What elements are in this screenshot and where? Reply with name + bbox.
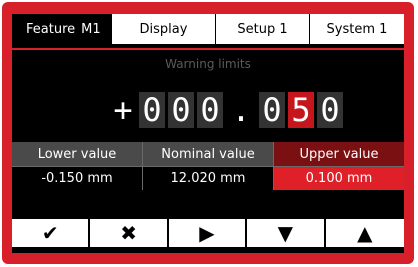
digit-6[interactable]: 0 [317, 91, 343, 129]
tab-feature[interactable]: Feature M1 [12, 14, 112, 44]
lower-value-cell[interactable]: -0.150 mm [12, 166, 143, 190]
decrement-button[interactable]: ▼ [247, 219, 326, 247]
triangle-down-icon: ▼ [277, 221, 294, 245]
tab-feature-id: M1 [81, 21, 101, 37]
nominal-value-cell[interactable]: 12.020 mm [143, 166, 274, 190]
tab-feature-label: Feature [26, 21, 76, 37]
digit-5-selected[interactable]: 5 [288, 91, 314, 129]
close-icon: ✖ [120, 221, 137, 245]
increment-button[interactable]: ▲ [325, 219, 404, 247]
softkey-bar: ✔ ✖ ▶ ▼ ▲ [12, 219, 404, 247]
header-lower-value: Lower value [12, 142, 143, 166]
limits-value-row: -0.150 mm 12.020 mm 0.100 mm [12, 166, 404, 190]
tab-setup[interactable]: Setup 1 [216, 14, 310, 44]
sign-digit[interactable]: + [110, 91, 136, 129]
limits-header-row: Lower value Nominal value Upper value [12, 142, 404, 166]
digit-4[interactable]: 0 [259, 91, 285, 129]
digit-3[interactable]: 0 [197, 91, 223, 129]
confirm-button[interactable]: ✔ [12, 219, 91, 247]
decimal-point: . [231, 91, 251, 129]
digit-entry-display: + 0 0 0 . 0 5 0 [110, 90, 346, 130]
header-upper-value: Upper value [274, 142, 404, 166]
screen-subtitle: Warning limits [165, 57, 251, 71]
screen: Feature M1 Display Setup 1 System 1 Warn… [12, 14, 404, 253]
digit-2[interactable]: 0 [168, 91, 194, 129]
upper-value-cell[interactable]: 0.100 mm [274, 166, 404, 190]
digit-1[interactable]: 0 [139, 91, 165, 129]
limits-table: Lower value Nominal value Upper value -0… [12, 142, 404, 190]
triangle-up-icon: ▲ [357, 221, 373, 245]
tab-display[interactable]: Display [112, 14, 216, 44]
cancel-button[interactable]: ✖ [90, 219, 169, 247]
tab-system[interactable]: System 1 [310, 14, 404, 44]
accent-divider [12, 48, 404, 50]
check-icon: ✔ [41, 221, 59, 245]
next-button[interactable]: ▶ [168, 219, 248, 247]
play-right-icon: ▶ [199, 221, 215, 245]
tab-bar: Feature M1 Display Setup 1 System 1 [12, 14, 404, 44]
header-nominal-value: Nominal value [143, 142, 274, 166]
